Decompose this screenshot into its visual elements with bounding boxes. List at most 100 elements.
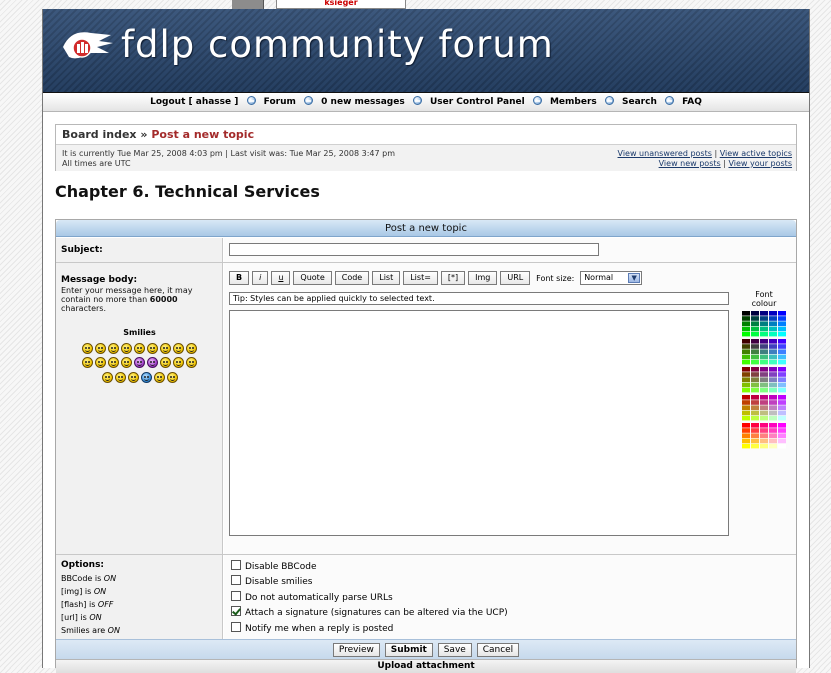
quote-button[interactable]: Quote <box>293 271 332 285</box>
colour-swatch[interactable] <box>751 387 759 393</box>
checkbox[interactable] <box>231 575 241 585</box>
colour-swatch[interactable] <box>742 415 750 421</box>
breadcrumb-board-index[interactable]: Board index <box>62 128 137 141</box>
smiley-icon[interactable] <box>140 372 152 383</box>
colour-swatch[interactable] <box>760 415 768 421</box>
smiley-icon[interactable] <box>114 372 126 383</box>
smiley-icon[interactable] <box>173 357 184 368</box>
colour-swatch[interactable] <box>778 344 786 349</box>
colour-swatch[interactable] <box>760 377 768 382</box>
upload-attachment-header[interactable]: Upload attachment <box>56 659 796 673</box>
smiley-icon[interactable] <box>121 357 132 368</box>
font-colour-palette[interactable] <box>742 311 790 521</box>
colour-swatch[interactable] <box>769 377 777 382</box>
smiley-icon[interactable] <box>173 343 184 354</box>
colour-swatch[interactable] <box>751 433 759 438</box>
preview-button[interactable]: Preview <box>332 643 380 657</box>
colour-swatch[interactable] <box>760 387 768 393</box>
colour-swatch[interactable] <box>760 359 768 365</box>
colour-swatch[interactable] <box>742 443 750 449</box>
nav-members[interactable]: Members <box>550 97 597 107</box>
colour-swatch[interactable] <box>769 387 777 393</box>
colour-swatch[interactable] <box>769 433 777 438</box>
url-button[interactable]: URL <box>500 271 531 285</box>
colour-swatch[interactable] <box>751 354 759 360</box>
site-title[interactable]: fdlp community forum <box>121 23 554 66</box>
smiley-icon[interactable] <box>147 343 158 354</box>
nav-logout[interactable]: Logout [ ahasse ] <box>150 97 238 107</box>
colour-swatch[interactable] <box>760 326 768 332</box>
smiley-icon[interactable] <box>127 372 139 383</box>
save-button[interactable]: Save <box>437 643 472 657</box>
colour-swatch[interactable] <box>751 311 759 316</box>
colour-swatch[interactable] <box>778 331 786 337</box>
colour-swatch[interactable] <box>760 339 768 344</box>
colour-swatch[interactable] <box>760 443 768 449</box>
colour-swatch[interactable] <box>742 321 750 326</box>
checkbox[interactable] <box>231 622 241 632</box>
colour-swatch[interactable] <box>742 326 750 332</box>
colour-swatch[interactable] <box>742 331 750 337</box>
ordered-list-button[interactable]: List= <box>403 271 438 285</box>
colour-swatch[interactable] <box>778 382 786 388</box>
colour-swatch[interactable] <box>769 316 777 321</box>
colour-swatch[interactable] <box>778 405 786 410</box>
colour-swatch[interactable] <box>769 405 777 410</box>
smiley-icon[interactable] <box>95 343 106 354</box>
smiley-icon[interactable] <box>134 343 145 354</box>
colour-swatch[interactable] <box>751 415 759 421</box>
colour-swatch[interactable] <box>760 400 768 405</box>
colour-swatch[interactable] <box>742 387 750 393</box>
colour-swatch[interactable] <box>760 423 768 428</box>
colour-swatch[interactable] <box>778 433 786 438</box>
colour-swatch[interactable] <box>742 400 750 405</box>
colour-swatch[interactable] <box>760 311 768 316</box>
colour-swatch[interactable] <box>751 405 759 410</box>
colour-swatch[interactable] <box>769 311 777 316</box>
colour-swatch[interactable] <box>778 410 786 416</box>
colour-swatch[interactable] <box>769 400 777 405</box>
colour-swatch[interactable] <box>751 331 759 337</box>
colour-swatch[interactable] <box>769 331 777 337</box>
colour-swatch[interactable] <box>778 316 786 321</box>
colour-swatch[interactable] <box>751 410 759 416</box>
colour-swatch[interactable] <box>778 428 786 433</box>
colour-swatch[interactable] <box>742 311 750 316</box>
nav-forum[interactable]: Forum <box>264 97 296 107</box>
colour-swatch[interactable] <box>742 372 750 377</box>
colour-swatch[interactable] <box>751 377 759 382</box>
colour-swatch[interactable] <box>760 354 768 360</box>
colour-swatch[interactable] <box>760 349 768 354</box>
colour-swatch[interactable] <box>751 359 759 365</box>
colour-swatch[interactable] <box>742 428 750 433</box>
colour-swatch[interactable] <box>760 428 768 433</box>
colour-swatch[interactable] <box>778 359 786 365</box>
colour-swatch[interactable] <box>760 344 768 349</box>
colour-swatch[interactable] <box>751 372 759 377</box>
colour-swatch[interactable] <box>742 367 750 372</box>
colour-swatch[interactable] <box>769 359 777 365</box>
colour-swatch[interactable] <box>760 438 768 444</box>
colour-swatch[interactable] <box>760 321 768 326</box>
link-your-posts[interactable]: View your posts <box>728 159 792 168</box>
img-button[interactable]: Img <box>468 271 498 285</box>
option-notify-reply[interactable]: Notify me when a reply is posted <box>231 622 393 634</box>
colour-swatch[interactable] <box>778 372 786 377</box>
option-attach-signature[interactable]: Attach a signature (signatures can be al… <box>231 606 508 618</box>
colour-swatch[interactable] <box>760 405 768 410</box>
colour-swatch[interactable] <box>769 372 777 377</box>
colour-swatch[interactable] <box>742 410 750 416</box>
colour-swatch[interactable] <box>742 405 750 410</box>
colour-swatch[interactable] <box>769 438 777 444</box>
code-button[interactable]: Code <box>334 271 370 285</box>
subject-input[interactable] <box>229 243 599 256</box>
colour-swatch[interactable] <box>742 354 750 360</box>
link-new-posts[interactable]: View new posts <box>659 159 721 168</box>
colour-swatch[interactable] <box>769 382 777 388</box>
smiley-icon[interactable] <box>82 343 93 354</box>
smiley-icon[interactable] <box>186 357 197 368</box>
colour-swatch[interactable] <box>778 443 786 449</box>
colour-swatch[interactable] <box>769 344 777 349</box>
colour-swatch[interactable] <box>742 377 750 382</box>
colour-swatch[interactable] <box>769 354 777 360</box>
